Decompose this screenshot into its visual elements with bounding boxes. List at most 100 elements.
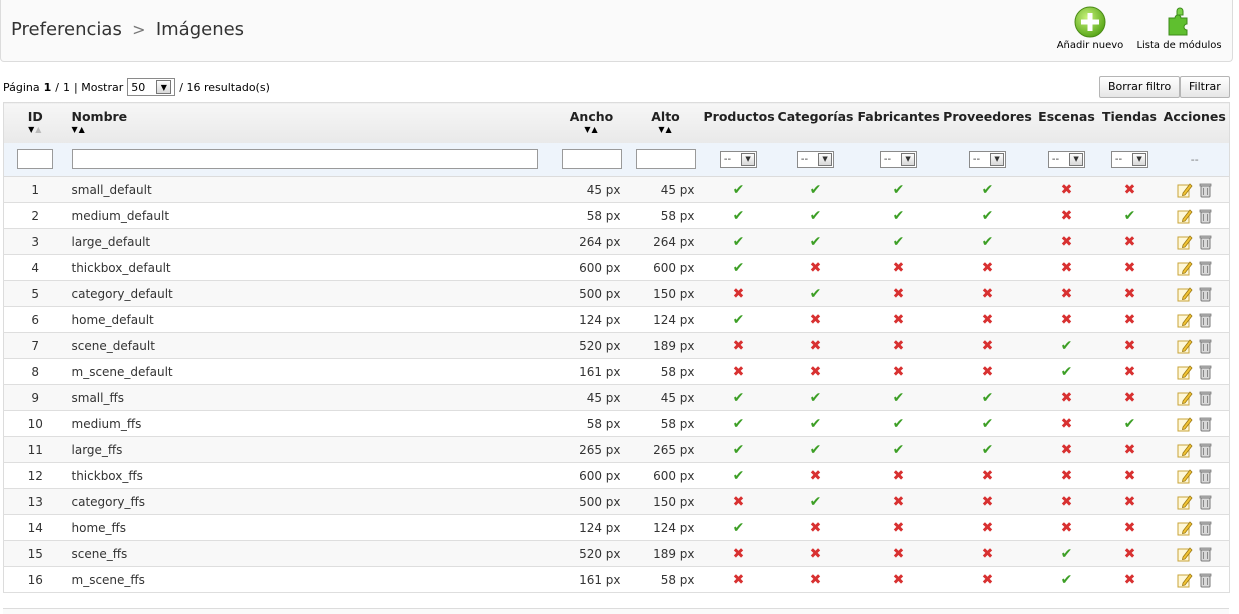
cell-name[interactable]: thickbox_ffs — [66, 462, 555, 489]
cell-id[interactable]: 10 — [3, 410, 67, 437]
sort-asc-icon[interactable]: ▲ — [666, 125, 673, 134]
sort-desc-icon[interactable]: ▼ — [658, 125, 665, 134]
cell-id[interactable]: 15 — [3, 540, 67, 567]
cell-id[interactable]: 1 — [3, 176, 67, 203]
edit-icon[interactable] — [1177, 260, 1193, 276]
table-row[interactable]: 9 small_ffs 45 px 45 px ✔ ✔ ✔ ✔ ✖ ✖ — [3, 384, 1230, 411]
edit-icon[interactable] — [1177, 312, 1193, 328]
sort-asc-icon[interactable]: ▲ — [35, 125, 42, 134]
delete-icon[interactable] — [1197, 234, 1213, 250]
cell-name[interactable]: thickbox_default — [66, 254, 555, 281]
cell-height[interactable]: 58 px — [628, 202, 703, 229]
table-row[interactable]: 11 large_ffs 265 px 265 px ✔ ✔ ✔ ✔ ✖ ✖ — [3, 436, 1230, 463]
delete-icon[interactable] — [1197, 416, 1213, 432]
table-row[interactable]: 6 home_default 124 px 124 px ✔ ✖ ✖ ✖ ✖ ✖ — [3, 306, 1230, 333]
products-filter-select[interactable]: -- ▼ — [719, 150, 758, 168]
table-row[interactable]: 1 small_default 45 px 45 px ✔ ✔ ✔ ✔ ✖ ✖ — [3, 176, 1230, 203]
reset-filter-button[interactable]: Borrar filtro — [1099, 76, 1181, 98]
cell-height[interactable]: 150 px — [628, 488, 703, 515]
module-list-button[interactable]: Lista de módulos — [1134, 6, 1224, 51]
delete-icon[interactable] — [1197, 468, 1213, 484]
table-row[interactable]: 3 large_default 264 px 264 px ✔ ✔ ✔ ✔ ✖ ✖ — [3, 228, 1230, 255]
cell-id[interactable]: 8 — [3, 358, 67, 385]
cell-width[interactable]: 58 px — [554, 202, 629, 229]
cell-id[interactable]: 2 — [3, 202, 67, 229]
cell-name[interactable]: home_ffs — [66, 514, 555, 541]
cell-name[interactable]: large_ffs — [66, 436, 555, 463]
delete-icon[interactable] — [1197, 546, 1213, 562]
height-filter-input[interactable] — [635, 149, 696, 170]
edit-icon[interactable] — [1177, 338, 1193, 354]
cell-height[interactable]: 124 px — [628, 306, 703, 333]
table-row[interactable]: 8 m_scene_default 161 px 58 px ✖ ✖ ✖ ✖ ✔ ✖ — [3, 358, 1230, 385]
stores-filter-select[interactable]: -- ▼ — [1110, 150, 1149, 168]
cell-width[interactable]: 520 px — [554, 540, 629, 567]
cell-height[interactable]: 58 px — [628, 410, 703, 437]
breadcrumb-parent[interactable]: Preferencias — [11, 19, 122, 40]
categories-filter-select[interactable]: -- ▼ — [796, 150, 835, 168]
cell-width[interactable]: 161 px — [554, 358, 629, 385]
add-new-button[interactable]: Añadir nuevo — [1045, 6, 1135, 51]
table-row[interactable]: 5 category_default 500 px 150 px ✖ ✔ ✖ ✖ ✖ ✖ — [3, 280, 1230, 307]
cell-width[interactable]: 265 px — [554, 436, 629, 463]
edit-icon[interactable] — [1177, 442, 1193, 458]
edit-icon[interactable] — [1177, 546, 1193, 562]
sort-asc-icon[interactable]: ▲ — [592, 125, 599, 134]
per-page-select[interactable]: 50 ▼ — [127, 78, 176, 96]
cell-width[interactable]: 58 px — [554, 410, 629, 437]
delete-icon[interactable] — [1197, 494, 1213, 510]
delete-icon[interactable] — [1197, 260, 1213, 276]
cell-height[interactable]: 189 px — [628, 332, 703, 359]
cell-id[interactable]: 13 — [3, 488, 67, 515]
table-row[interactable]: 12 thickbox_ffs 600 px 600 px ✔ ✖ ✖ ✖ ✖ ✖ — [3, 462, 1230, 489]
cell-id[interactable]: 4 — [3, 254, 67, 281]
edit-icon[interactable] — [1177, 286, 1193, 302]
cell-width[interactable]: 600 px — [554, 254, 629, 281]
filter-button[interactable]: Filtrar — [1180, 76, 1230, 98]
sort-desc-icon[interactable]: ▼ — [72, 125, 79, 134]
cell-name[interactable]: category_ffs — [66, 488, 555, 515]
cell-width[interactable]: 161 px — [554, 566, 629, 593]
width-filter-input[interactable] — [561, 149, 622, 170]
table-row[interactable]: 14 home_ffs 124 px 124 px ✔ ✖ ✖ ✖ ✖ ✖ — [3, 514, 1230, 541]
cell-id[interactable]: 11 — [3, 436, 67, 463]
cell-height[interactable]: 265 px — [628, 436, 703, 463]
table-row[interactable]: 10 medium_ffs 58 px 58 px ✔ ✔ ✔ ✔ ✖ ✔ — [3, 410, 1230, 437]
table-row[interactable]: 15 scene_ffs 520 px 189 px ✖ ✖ ✖ ✖ ✔ ✖ — [3, 540, 1230, 567]
cell-id[interactable]: 5 — [3, 280, 67, 307]
cell-id[interactable]: 14 — [3, 514, 67, 541]
cell-width[interactable]: 45 px — [554, 176, 629, 203]
edit-icon[interactable] — [1177, 416, 1193, 432]
cell-name[interactable]: medium_default — [66, 202, 555, 229]
name-filter-input[interactable] — [71, 149, 538, 170]
table-row[interactable]: 13 category_ffs 500 px 150 px ✖ ✔ ✖ ✖ ✖ ✖ — [3, 488, 1230, 515]
cell-id[interactable]: 16 — [3, 566, 67, 593]
sort-desc-icon[interactable]: ▼ — [584, 125, 591, 134]
cell-name[interactable]: large_default — [66, 228, 555, 255]
cell-name[interactable]: small_default — [66, 176, 555, 203]
table-row[interactable]: 16 m_scene_ffs 161 px 58 px ✖ ✖ ✖ ✖ ✔ ✖ — [3, 566, 1230, 593]
edit-icon[interactable] — [1177, 390, 1193, 406]
edit-icon[interactable] — [1177, 468, 1193, 484]
delete-icon[interactable] — [1197, 572, 1213, 588]
cell-height[interactable]: 45 px — [628, 384, 703, 411]
cell-name[interactable]: category_default — [66, 280, 555, 307]
cell-width[interactable]: 45 px — [554, 384, 629, 411]
cell-width[interactable]: 264 px — [554, 228, 629, 255]
table-row[interactable]: 4 thickbox_default 600 px 600 px ✔ ✖ ✖ ✖ ✖ ✖ — [3, 254, 1230, 281]
cell-height[interactable]: 600 px — [628, 462, 703, 489]
cell-id[interactable]: 6 — [3, 306, 67, 333]
delete-icon[interactable] — [1197, 208, 1213, 224]
edit-icon[interactable] — [1177, 182, 1193, 198]
edit-icon[interactable] — [1177, 364, 1193, 380]
delete-icon[interactable] — [1197, 312, 1213, 328]
total-pages[interactable]: 1 — [63, 81, 70, 94]
cell-height[interactable]: 45 px — [628, 176, 703, 203]
cell-width[interactable]: 600 px — [554, 462, 629, 489]
cell-name[interactable]: medium_ffs — [66, 410, 555, 437]
delete-icon[interactable] — [1197, 442, 1213, 458]
cell-height[interactable]: 600 px — [628, 254, 703, 281]
edit-icon[interactable] — [1177, 572, 1193, 588]
cell-name[interactable]: small_ffs — [66, 384, 555, 411]
delete-icon[interactable] — [1197, 390, 1213, 406]
